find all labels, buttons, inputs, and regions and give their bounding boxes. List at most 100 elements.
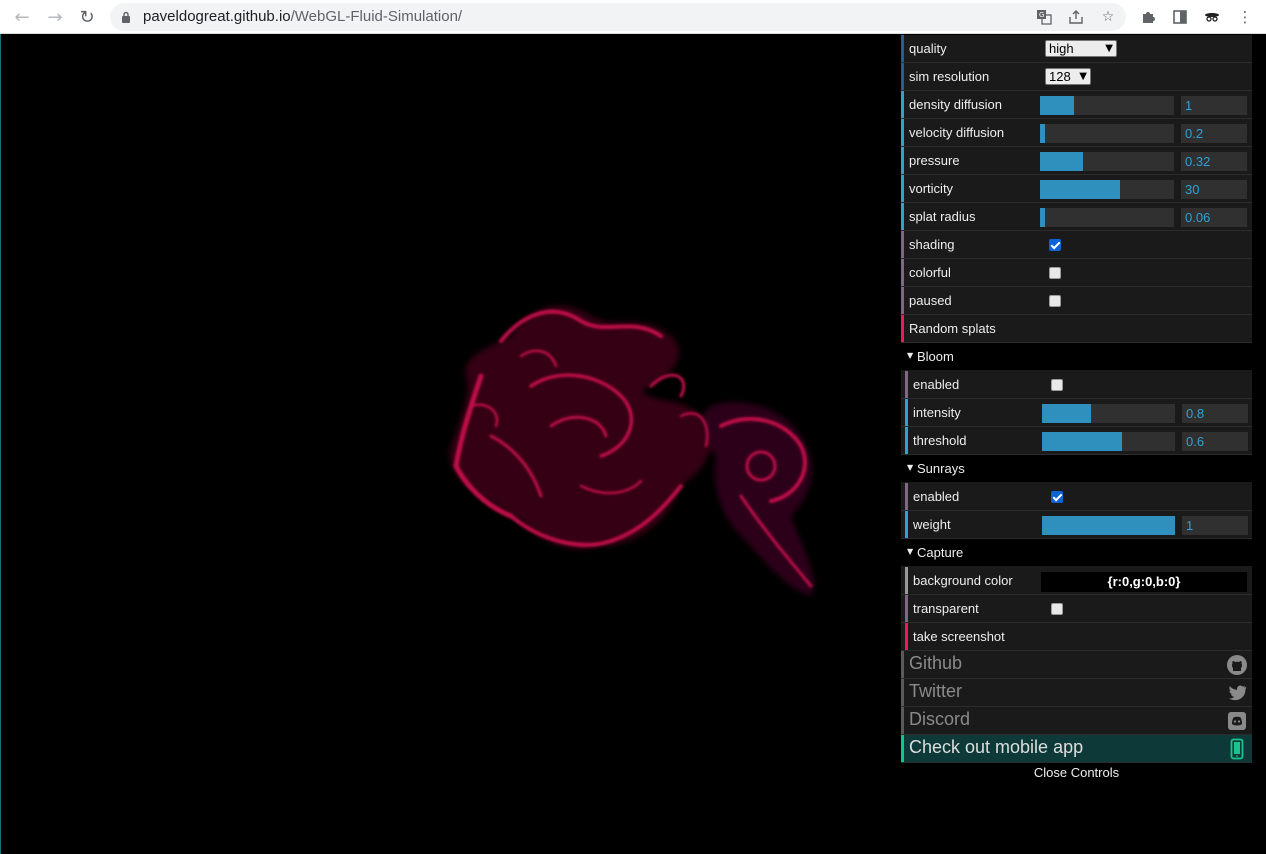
background-color-row: background color {r:0,g:0,b:0} — [901, 567, 1252, 595]
splat-radius-label: splat radius — [909, 209, 976, 224]
row-accent — [905, 427, 908, 454]
density-diffusion-slider[interactable] — [1040, 96, 1174, 115]
url-text: paveldogreat.github.io/WebGL-Fluid-Simul… — [143, 8, 463, 25]
sunrays-enabled-row: enabled — [901, 483, 1252, 511]
controls-panel: quality high ▼ sim resolution 128 ▼ dens… — [901, 35, 1252, 783]
bloom-intensity-slider[interactable] — [1042, 404, 1175, 423]
caret-down-icon: ▼ — [907, 351, 914, 360]
random-splats-button[interactable]: Random splats — [901, 315, 1252, 343]
twitter-bird-icon — [1229, 685, 1247, 701]
chevron-down-icon: ▼ — [1105, 43, 1113, 54]
colorful-row: colorful — [901, 259, 1252, 287]
take-screenshot-label: take screenshot — [913, 629, 1005, 644]
splat-radius-slider[interactable] — [1040, 208, 1174, 227]
reload-icon[interactable]: ↻ — [75, 5, 99, 29]
background-color-input[interactable]: {r:0,g:0,b:0} — [1041, 572, 1247, 592]
twitter-link[interactable]: Twitter — [901, 679, 1252, 707]
slider-fill — [1042, 432, 1122, 451]
splat-radius-input[interactable]: 0.06 — [1181, 208, 1247, 227]
row-accent — [901, 287, 904, 314]
twitter-label: Twitter — [909, 681, 963, 701]
row-accent — [901, 735, 904, 762]
caret-down-icon: ▼ — [907, 547, 914, 556]
extensions-puzzle-icon[interactable] — [1136, 5, 1160, 29]
row-accent — [901, 119, 904, 146]
mobile-app-label: Check out mobile app — [909, 737, 1084, 757]
row-accent — [905, 399, 908, 426]
close-controls-button[interactable]: Close Controls — [901, 763, 1252, 783]
velocity-diffusion-input[interactable]: 0.2 — [1181, 124, 1247, 143]
side-panel-icon[interactable] — [1168, 5, 1192, 29]
bloom-enabled-checkbox[interactable] — [1051, 379, 1063, 391]
density-diffusion-input[interactable]: 1 — [1181, 96, 1247, 115]
quality-select[interactable]: high ▼ — [1045, 40, 1117, 57]
paused-row: paused — [901, 287, 1252, 315]
mobile-app-link[interactable]: Check out mobile app — [901, 735, 1252, 763]
pressure-row: pressure 0.32 — [901, 147, 1252, 175]
shading-row: shading — [901, 231, 1252, 259]
pressure-slider[interactable] — [1040, 152, 1174, 171]
row-accent — [901, 63, 904, 90]
github-link[interactable]: Github — [901, 651, 1252, 679]
sunrays-folder-title[interactable]: ▼ Sunrays — [901, 455, 1252, 483]
share-icon[interactable] — [1066, 7, 1086, 27]
bloom-threshold-input[interactable]: 0.6 — [1182, 432, 1248, 451]
shading-label: shading — [909, 237, 955, 252]
velocity-diffusion-row: velocity diffusion 0.2 — [901, 119, 1252, 147]
velocity-diffusion-label: velocity diffusion — [909, 125, 1005, 140]
bookmark-star-icon[interactable]: ☆ — [1098, 7, 1118, 27]
bloom-threshold-slider[interactable] — [1042, 432, 1175, 451]
vorticity-label: vorticity — [909, 181, 954, 196]
sim-resolution-label: sim resolution — [909, 69, 990, 84]
fluid-splat — [449, 305, 814, 596]
bloom-intensity-input[interactable]: 0.8 — [1182, 404, 1248, 423]
slider-fill — [1040, 96, 1074, 115]
github-label: Github — [909, 653, 963, 673]
transparent-checkbox[interactable] — [1051, 603, 1063, 615]
smartphone-icon — [1230, 738, 1244, 760]
bloom-threshold-row: threshold 0.6 — [901, 427, 1252, 455]
slider-fill — [1042, 516, 1175, 535]
back-arrow-icon[interactable]: ← — [10, 5, 34, 29]
profile-incognito-icon[interactable] — [1200, 5, 1224, 29]
bloom-enabled-label: enabled — [913, 377, 960, 392]
row-accent — [905, 483, 908, 510]
row-accent — [905, 623, 908, 650]
discord-link[interactable]: Discord — [901, 707, 1252, 735]
vorticity-slider[interactable] — [1040, 180, 1174, 199]
bloom-intensity-label: intensity — [913, 405, 961, 420]
bloom-title: Bloom — [917, 349, 954, 364]
sim-resolution-select[interactable]: 128 ▼ — [1045, 68, 1091, 85]
colorful-checkbox[interactable] — [1049, 267, 1061, 279]
forward-arrow-icon[interactable]: → — [43, 5, 67, 29]
row-accent — [901, 259, 904, 286]
pressure-input[interactable]: 0.32 — [1181, 152, 1247, 171]
bloom-enabled-row: enabled — [901, 371, 1252, 399]
quality-label: quality — [909, 41, 947, 56]
paused-checkbox[interactable] — [1049, 295, 1061, 307]
translate-icon[interactable]: G — [1034, 7, 1054, 27]
menu-kebab-icon[interactable]: ⋮ — [1233, 5, 1257, 29]
sunrays-enabled-checkbox[interactable] — [1051, 491, 1063, 503]
take-screenshot-button[interactable]: take screenshot — [901, 623, 1252, 651]
row-accent — [901, 147, 904, 174]
sunrays-enabled-label: enabled — [913, 489, 960, 504]
sunrays-weight-slider[interactable] — [1042, 516, 1175, 535]
sunrays-weight-label: weight — [913, 517, 951, 532]
sunrays-weight-input[interactable]: 1 — [1182, 516, 1248, 535]
velocity-diffusion-slider[interactable] — [1040, 124, 1174, 143]
row-accent — [905, 567, 908, 594]
row-accent — [901, 203, 904, 230]
transparent-row: transparent — [901, 595, 1252, 623]
vorticity-input[interactable]: 30 — [1181, 180, 1247, 199]
shading-checkbox[interactable] — [1049, 239, 1061, 251]
row-accent — [901, 91, 904, 118]
row-accent — [901, 175, 904, 202]
slider-fill — [1040, 208, 1046, 227]
capture-folder-title[interactable]: ▼ Capture — [901, 539, 1252, 567]
sim-resolution-row: sim resolution 128 ▼ — [901, 63, 1252, 91]
density-diffusion-row: density diffusion 1 — [901, 91, 1252, 119]
colorful-label: colorful — [909, 265, 951, 280]
address-bar[interactable]: paveldogreat.github.io/WebGL-Fluid-Simul… — [110, 3, 1126, 31]
bloom-folder-title[interactable]: ▼ Bloom — [901, 343, 1252, 371]
